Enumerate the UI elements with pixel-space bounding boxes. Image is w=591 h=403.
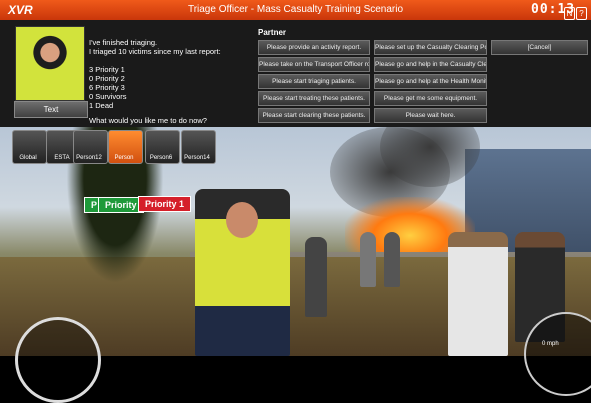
window-title: Triage Officer - Mass Casualty Training … [187, 4, 404, 15]
bystander[interactable] [384, 232, 400, 287]
action-start-triage[interactable]: Please start triaging patients. [258, 74, 370, 89]
priority-tag[interactable]: Priority [98, 197, 144, 213]
priority-tag[interactable]: Priority 1 [138, 196, 192, 212]
person-bar-label: Global [19, 155, 37, 161]
action-activity-report[interactable]: Please provide an activity report. [258, 40, 370, 55]
message-prompt: What would you like me to do now? [89, 116, 207, 125]
health-gauge [15, 317, 101, 403]
message-line: 0 Survivors [89, 92, 127, 101]
action-cancel[interactable]: [Cancel] [491, 40, 588, 55]
victim[interactable] [448, 232, 508, 356]
message-line: 6 Priority 3 [89, 83, 125, 92]
message-line: 0 Priority 2 [89, 74, 125, 83]
text-button[interactable]: Text [14, 101, 88, 118]
help-icon[interactable]: ? [576, 7, 587, 20]
action-wait-here[interactable]: Please wait here. [374, 108, 487, 123]
action-setup-ccp[interactable]: Please set up the Casualty Clearing Post… [374, 40, 487, 55]
north-icon[interactable]: N [564, 7, 575, 20]
message-line: I've finished triaging. [89, 38, 158, 47]
person-bar-label: Person14 [184, 155, 210, 161]
action-help-health-post[interactable]: Please go and help at the Health Monitor… [374, 74, 487, 89]
message-line: 3 Priority 1 [89, 65, 125, 74]
title-bar: XVR Triage Officer - Mass Casualty Train… [0, 0, 591, 20]
action-start-clearing[interactable]: Please start clearing these patients. [258, 108, 370, 123]
triage-officer-avatar [15, 26, 85, 101]
partner-heading: Partner [258, 28, 287, 37]
officer-message: I've finished triaging. I triaged 10 vic… [89, 38, 244, 125]
action-start-treating[interactable]: Please start treating these patients. [258, 91, 370, 106]
officer-head [226, 202, 258, 238]
action-help-ccp[interactable]: Please go and help in the Casualty Clear… [374, 57, 487, 72]
action-get-equipment[interactable]: Please get me some equipment. [374, 91, 487, 106]
bystander[interactable] [305, 237, 327, 317]
person-bar-label: Person6 [149, 155, 173, 161]
bystander[interactable] [360, 232, 376, 287]
message-line: 1 Dead [89, 101, 114, 110]
speed-readout: 0 mph [542, 341, 559, 347]
top-icon-group: N? [564, 3, 588, 20]
person-bar-label: Person12 [76, 155, 102, 161]
action-transport-officer[interactable]: Please take on the Transport Officer rol… [258, 57, 370, 72]
message-line [89, 56, 244, 65]
person-bar-label: Person [114, 155, 134, 161]
message-line: I triaged 10 victims since my last repor… [89, 47, 221, 56]
